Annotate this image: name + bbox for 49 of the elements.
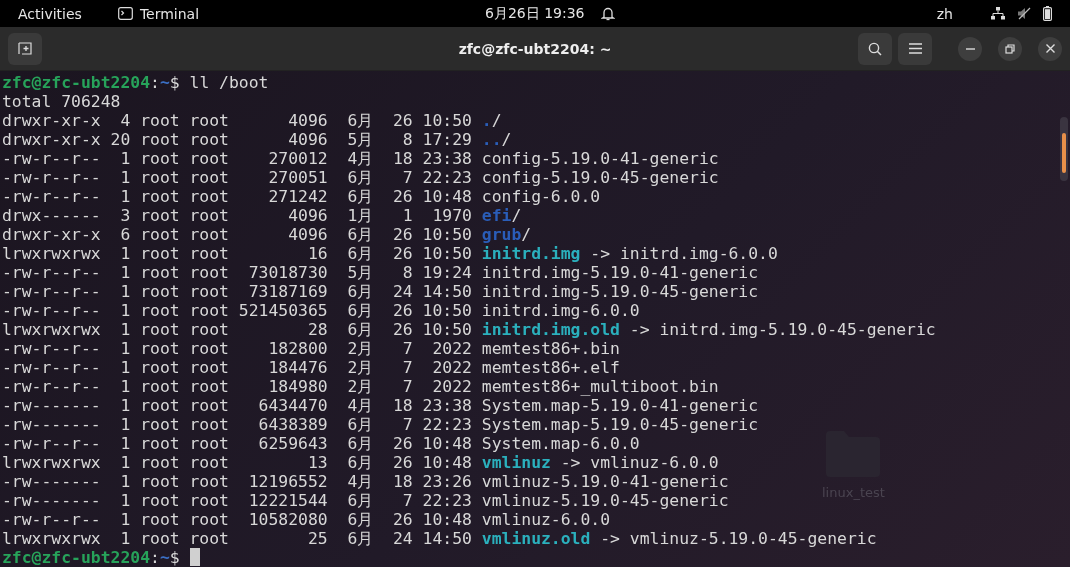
minimize-icon	[965, 47, 975, 50]
input-method-indicator[interactable]: zh	[936, 5, 953, 22]
file-listing-line: drwx------ 3 root root 4096 1月 1 1970 efi/	[2, 206, 522, 225]
close-button[interactable]	[1038, 36, 1062, 61]
terminal-output-line: total 706248	[2, 92, 121, 111]
file-listing-line: -rw-r--r-- 1 root root 6259643 6月 26 10:48 System.map-6.0.0	[2, 434, 640, 453]
file-listing-line: lrwxrwxrwx 1 root root 16 6月 26 10:50 initrd.img -> initrd.img-6.0.0	[2, 244, 778, 263]
file-listing-line: -rw-r--r-- 1 root root 182800 2月 7 2022 memtest86+.bin	[2, 339, 620, 358]
terminal-prompt-line: zfc@zfc-ubt2204:~$	[2, 548, 200, 567]
search-button[interactable]	[858, 32, 892, 65]
terminal-icon	[117, 7, 133, 21]
file-listing-line: -rw------- 1 root root 6438389 6月 7 22:23 System.map-5.19.0-45-generic	[2, 415, 759, 434]
file-listing-line: -rw-r--r-- 1 root root 270051 6月 7 22:23 config-5.19.0-45-generic	[2, 168, 719, 187]
file-listing-line: -rw-r--r-- 1 root root 10582080 6月 26 10:48 vmlinuz-6.0.0	[2, 510, 611, 529]
clock[interactable]: 6月26日 19:36	[485, 4, 585, 23]
app-menu[interactable]: Terminal	[117, 5, 200, 22]
battery-icon[interactable]	[1043, 6, 1052, 22]
network-icon[interactable]	[991, 7, 1005, 21]
file-listing-line: drwxr-xr-x 6 root root 4096 6月 26 10:50 grub/	[2, 225, 532, 244]
file-listing-line: -rw------- 1 root root 12221544 6月 7 22:23 vmlinuz-5.19.0-45-generic	[2, 491, 729, 510]
file-listing-line: lrwxrwxrwx 1 root root 28 6月 26 10:50 initrd.img.old -> initrd.img-5.19.0-45-generic	[2, 320, 936, 339]
maximize-button[interactable]	[998, 36, 1022, 61]
file-listing-line: drwxr-xr-x 4 root root 4096 6月 26 10:50 ./	[2, 111, 502, 130]
file-listing-line: -rw-r--r-- 1 root root 73187169 6月 24 14:50 initrd.img-5.19.0-45-generic	[2, 282, 759, 301]
new-tab-icon	[18, 42, 32, 56]
file-listing-line: -rw-r--r-- 1 root root 271242 6月 26 10:48 config-6.0.0	[2, 187, 601, 206]
file-listing-line: -rw-r--r-- 1 root root 184476 2月 7 2022 memtest86+.elf	[2, 358, 620, 377]
menu-icon	[908, 43, 922, 55]
file-listing-line: lrwxrwxrwx 1 root root 25 6月 24 14:50 vmlinuz.old -> vmlinuz-5.19.0-45-generic	[2, 529, 877, 548]
scrollbar[interactable]	[1060, 117, 1068, 181]
muted-speaker-icon[interactable]	[1017, 7, 1031, 21]
file-listing-line: -rw-r--r-- 1 root root 521450365 6月 26 10:50 initrd.img-6.0.0	[2, 301, 640, 320]
file-listing-line: -rw-r--r-- 1 root root 73018730 5月 8 19:24 initrd.img-5.19.0-41-generic	[2, 263, 759, 282]
file-listing-line: -rw------- 1 root root 6434470 4月 18 23:38 System.map-5.19.0-41-generic	[2, 396, 759, 415]
terminal-prompt-line: zfc@zfc-ubt2204:~$ ll /boot	[2, 73, 269, 92]
file-listing-line: drwxr-xr-x 20 root root 4096 5月 8 17:29 ../	[2, 130, 512, 149]
minimize-button[interactable]	[958, 36, 982, 61]
file-listing-line: -rw-r--r-- 1 root root 184980 2月 7 2022 memtest86+_multiboot.bin	[2, 377, 719, 396]
search-icon	[868, 41, 882, 56]
activities-button[interactable]: Activities	[18, 5, 82, 22]
file-listing-line: -rw------- 1 root root 12196552 4月 18 23:26 vmlinuz-5.19.0-41-generic	[2, 472, 729, 491]
window-title: zfc@zfc-ubt2204: ~	[458, 40, 612, 57]
bell-icon	[600, 6, 615, 22]
close-icon	[1045, 44, 1055, 54]
restore-icon	[1005, 43, 1015, 54]
menu-button[interactable]	[898, 32, 932, 65]
new-tab-button[interactable]	[8, 32, 42, 65]
file-listing-line: -rw-r--r-- 1 root root 270012 4月 18 23:38 config-5.19.0-41-generic	[2, 149, 719, 168]
file-listing-line: lrwxrwxrwx 1 root root 13 6月 26 10:48 vmlinuz -> vmlinuz-6.0.0	[2, 453, 719, 472]
